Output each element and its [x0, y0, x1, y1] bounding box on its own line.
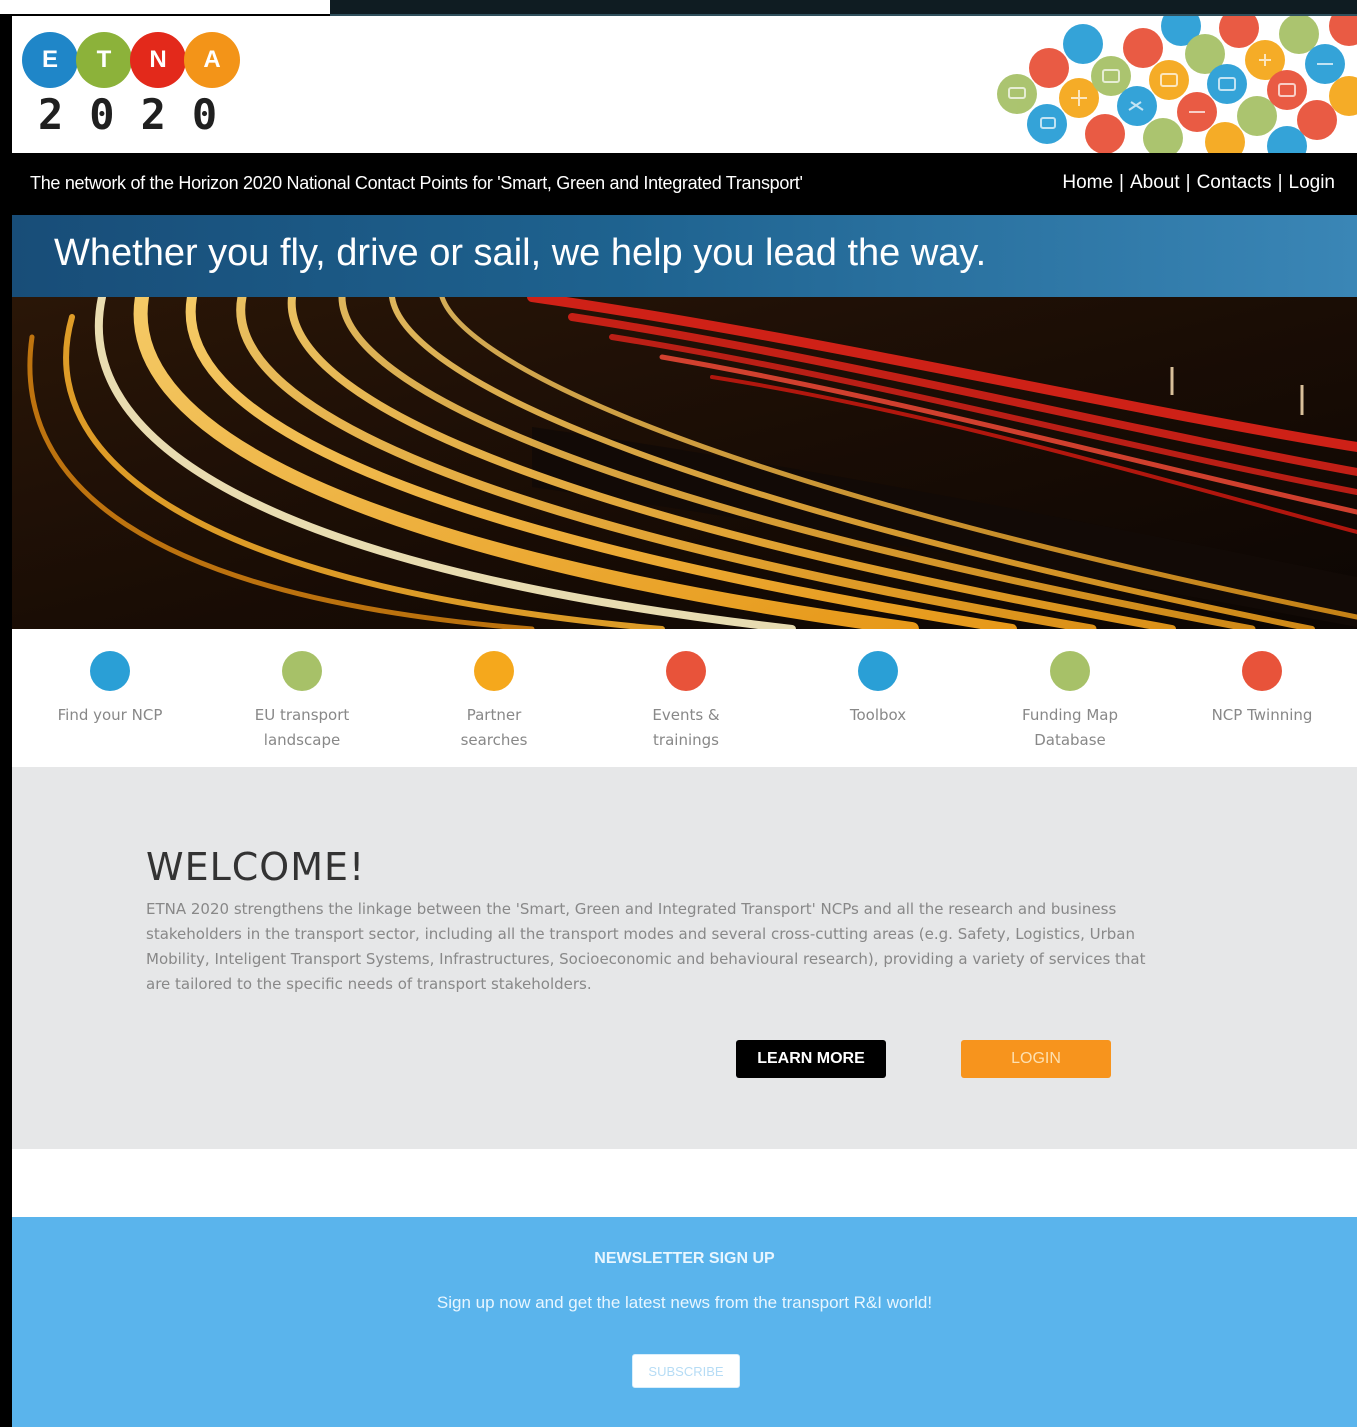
red-circle-icon [1242, 651, 1282, 691]
nav-link-login[interactable]: Login [1289, 172, 1336, 193]
newsletter-title: NEWSLETTER SIGN UP [594, 1250, 775, 1267]
login-button[interactable]: LOGIN [961, 1040, 1111, 1078]
blue-circle-icon [90, 651, 130, 691]
top-dark-bar [330, 0, 1357, 17]
welcome-title: WELCOME! [146, 845, 366, 889]
service-label: Find your NCP [57, 706, 163, 724]
logo-letter-e: E [22, 32, 78, 88]
slogan-text: Whether you fly, drive or sail, we help … [54, 232, 987, 274]
logo-letter-a: A [184, 32, 240, 88]
section-spacer [12, 1149, 1357, 1217]
etna-2020-logo[interactable]: E T N A 2020 [22, 32, 252, 142]
nav-link-contacts[interactable]: Contacts [1197, 172, 1272, 193]
nav-link-about[interactable]: About [1130, 172, 1180, 193]
service-partner-searches[interactable]: Partner searches [414, 651, 574, 753]
services-row: Find your NCP EU transport landscape Par… [12, 629, 1357, 767]
service-ncp-twinning[interactable]: NCP Twinning [1182, 651, 1342, 728]
green-circle-icon [1050, 651, 1090, 691]
hero-traffic-light-trails-image [12, 297, 1357, 629]
newsletter-section: NEWSLETTER SIGN UP Sign up now and get t… [12, 1217, 1357, 1427]
nav-separator: | [1277, 172, 1283, 193]
service-toolbox[interactable]: Toolbox [798, 651, 958, 728]
browser-top-edge [0, 0, 1357, 17]
nav-links: Home | About | Contacts | Login [1062, 172, 1335, 194]
orange-circle-icon [474, 651, 514, 691]
blue-circle-icon [858, 651, 898, 691]
service-label: Funding Map Database [1022, 706, 1118, 749]
service-eu-transport-landscape[interactable]: EU transport landscape [222, 651, 382, 753]
service-label: Toolbox [849, 706, 907, 724]
newsletter-subtitle: Sign up now and get the latest news from… [436, 1293, 933, 1312]
slogan-banner: Whether you fly, drive or sail, we help … [12, 215, 1357, 297]
red-circle-icon [666, 651, 706, 691]
nav-link-home[interactable]: Home [1062, 172, 1113, 193]
top-navigation-bar: The network of the Horizon 2020 National… [12, 153, 1357, 215]
network-tagline: The network of the Horizon 2020 National… [30, 173, 803, 193]
service-label: Partner searches [460, 706, 528, 749]
logo-header: E T N A 2020 [12, 16, 1357, 153]
green-circle-icon [282, 651, 322, 691]
service-funding-map-database[interactable]: Funding Map Database [990, 651, 1150, 753]
service-events-trainings[interactable]: Events & trainings [606, 651, 766, 753]
logo-letter-n: N [130, 32, 186, 88]
service-find-your-ncp[interactable]: Find your NCP [30, 651, 190, 728]
transport-icons-pattern [997, 16, 1357, 153]
service-label: EU transport landscape [254, 706, 350, 749]
nav-separator: | [1185, 172, 1191, 193]
welcome-description: ETNA 2020 strengthens the linkage betwee… [146, 900, 1146, 993]
subscribe-button[interactable]: SUBSCRIBE [632, 1354, 740, 1388]
logo-letter-t: T [76, 32, 132, 88]
service-label: Events & trainings [652, 706, 720, 749]
service-label: NCP Twinning [1211, 706, 1313, 724]
learn-more-button[interactable]: LEARN MORE [736, 1040, 886, 1078]
nav-separator: | [1119, 172, 1124, 193]
welcome-section: WELCOME! ETNA 2020 strengthens the linka… [12, 767, 1357, 1149]
page-frame: E T N A 2020 The network of the Horizon … [12, 16, 1357, 1427]
logo-year: 2020 [38, 90, 244, 139]
